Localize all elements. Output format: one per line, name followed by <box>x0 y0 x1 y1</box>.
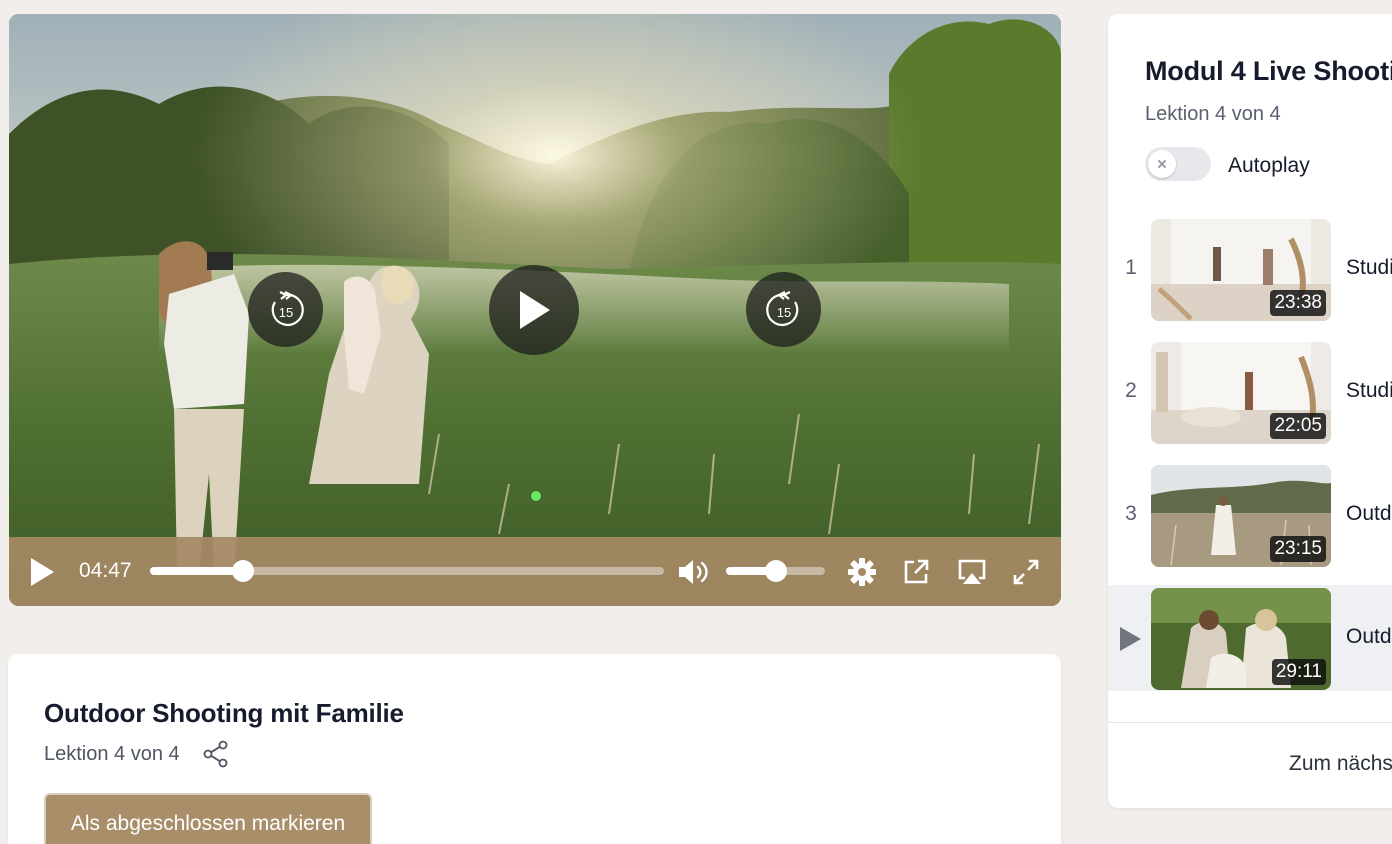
progress-fill <box>150 567 243 575</box>
autoplay-label: Autoplay <box>1228 154 1310 177</box>
lesson-duration: 22:05 <box>1270 413 1326 439</box>
lesson-item-title: Outd <box>1346 502 1392 525</box>
lesson-thumbnail: 29:11 <box>1151 588 1331 690</box>
lesson-thumbnail: 22:05 <box>1151 342 1331 444</box>
volume-button[interactable] <box>677 557 711 587</box>
progress-bar[interactable] <box>150 560 664 582</box>
svg-text:15: 15 <box>776 305 790 320</box>
lesson-number: 1 <box>1125 256 1137 279</box>
gear-icon <box>848 558 876 586</box>
lesson-thumbnail: 23:38 <box>1151 219 1331 321</box>
lesson-item-title: Studi <box>1346 379 1392 402</box>
fullscreen-button[interactable] <box>1009 555 1043 589</box>
lesson-thumbnail: 23:15 <box>1151 465 1331 567</box>
popout-icon <box>904 559 929 584</box>
lesson-duration: 23:15 <box>1270 536 1326 562</box>
volume-handle[interactable] <box>764 560 787 582</box>
divider <box>1108 722 1392 723</box>
lesson-info-card: Outdoor Shooting mit Familie Lektion 4 v… <box>8 654 1061 844</box>
autoplay-toggle[interactable] <box>1145 147 1211 181</box>
lesson-number: 2 <box>1125 379 1137 402</box>
module-sidebar: Modul 4 Live Shooti Lektion 4 von 4 Auto… <box>1108 14 1392 808</box>
lesson-item-title: Outd <box>1346 625 1392 648</box>
forward-15-button[interactable]: 15 <box>746 272 821 347</box>
next-lesson-button[interactable]: Zum nächs <box>1289 752 1392 776</box>
now-playing-icon <box>1120 627 1141 651</box>
lesson-item-title: Studi <box>1346 256 1392 279</box>
lesson-duration: 29:11 <box>1271 659 1326 685</box>
progress-handle[interactable] <box>231 560 254 582</box>
module-lesson-position: Lektion 4 von 4 <box>1145 103 1281 125</box>
lesson-number: 3 <box>1125 502 1137 525</box>
control-bar: 04:47 <box>9 537 1061 606</box>
volume-icon <box>679 560 708 584</box>
video-player[interactable]: 15 15 04:47 <box>9 14 1061 606</box>
volume-slider[interactable] <box>726 560 825 582</box>
lesson-duration: 23:38 <box>1270 290 1326 316</box>
play-button[interactable] <box>27 557 57 587</box>
module-title: Modul 4 Live Shooti <box>1145 56 1392 86</box>
rewind-15-icon: 15 <box>271 290 304 326</box>
lesson-item[interactable]: 2 22:05 Studi <box>1108 339 1392 445</box>
lesson-item[interactable]: 1 23:38 Studi <box>1108 216 1392 322</box>
fullscreen-icon <box>1013 559 1039 585</box>
close-icon <box>1158 160 1166 168</box>
lesson-item[interactable]: 3 23:15 Outd <box>1108 462 1392 568</box>
lesson-item-active[interactable]: 29:11 Outd <box>1108 585 1392 691</box>
current-time: 04:47 <box>79 559 132 582</box>
play-icon <box>31 558 54 586</box>
airplay-icon <box>958 559 986 584</box>
forward-15-icon: 15 <box>765 290 798 326</box>
settings-button[interactable] <box>845 555 879 589</box>
airplay-button[interactable] <box>955 555 989 589</box>
toggle-knob <box>1148 150 1176 178</box>
center-play-button[interactable] <box>489 265 579 355</box>
lesson-title: Outdoor Shooting mit Familie <box>44 698 404 728</box>
play-icon <box>520 291 550 329</box>
svg-text:15: 15 <box>278 305 292 320</box>
popout-button[interactable] <box>899 555 933 589</box>
share-icon[interactable] <box>203 740 229 768</box>
rewind-15-button[interactable]: 15 <box>248 272 323 347</box>
lesson-position: Lektion 4 von 4 <box>44 743 180 765</box>
mark-complete-button[interactable]: Als abgeschlossen markieren <box>44 793 372 844</box>
